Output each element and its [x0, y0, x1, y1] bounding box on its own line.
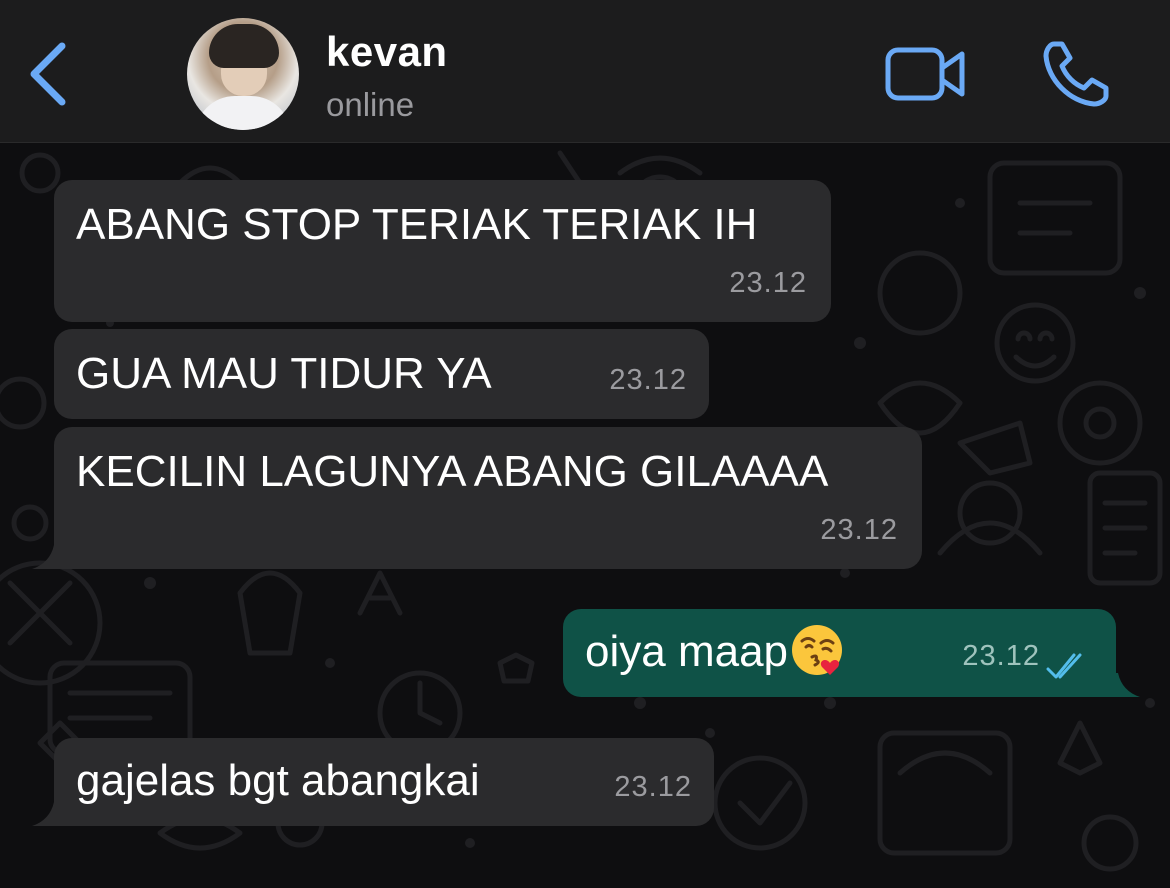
message-text: gajelas bgt abangkai	[76, 756, 480, 805]
message-bubble-incoming[interactable]: gajelas bgt abangkai 23.12	[32, 738, 714, 826]
back-button[interactable]	[22, 38, 74, 110]
chat-area[interactable]: ABANG STOP TERIAK TERIAK IH 23.12 GUA MA…	[0, 143, 1170, 888]
contact-name[interactable]: kevan	[326, 28, 448, 76]
chat-header: kevan online	[0, 0, 1170, 143]
avatar-shirt	[195, 96, 291, 130]
message-text: GUA MAU TIDUR YA	[76, 349, 492, 398]
avatar[interactable]	[187, 18, 299, 130]
message-bubble-incoming[interactable]: GUA MAU TIDUR YA 23.12	[54, 329, 709, 419]
message-bubble-incoming[interactable]: ABANG STOP TERIAK TERIAK IH 23.12	[54, 180, 831, 322]
message-text: oiya maap	[585, 625, 844, 681]
message-bubble-incoming[interactable]: KECILIN LAGUNYA ABANG GILAAAA 23.12	[32, 427, 922, 569]
contact-status: online	[326, 86, 415, 123]
video-camera-icon	[885, 47, 965, 101]
message-bubble-outgoing[interactable]: oiya maap 23.12	[563, 609, 1140, 697]
kissing-face-with-heart-icon	[792, 625, 843, 676]
message-time: 23.12	[729, 267, 807, 299]
avatar-hair	[209, 24, 279, 68]
message-text: KECILIN LAGUNYA ABANG GILAAAA	[76, 447, 829, 496]
message-time: 23.12	[962, 640, 1040, 672]
bubble-tail	[1110, 673, 1140, 697]
message-text: ABANG STOP TERIAK TERIAK IH	[76, 200, 758, 249]
message-time: 23.12	[614, 771, 692, 803]
message-text-content: oiya maap	[585, 627, 789, 676]
message-time: 23.12	[820, 514, 898, 546]
bubble-tail	[32, 545, 62, 569]
phone-icon	[1043, 41, 1109, 107]
video-call-button[interactable]	[884, 44, 968, 104]
message-time: 23.12	[609, 364, 687, 396]
read-receipt-icon	[1046, 653, 1082, 679]
chevron-left-icon	[30, 42, 66, 106]
voice-call-button[interactable]	[1040, 38, 1112, 110]
bubble-tail	[32, 802, 62, 826]
